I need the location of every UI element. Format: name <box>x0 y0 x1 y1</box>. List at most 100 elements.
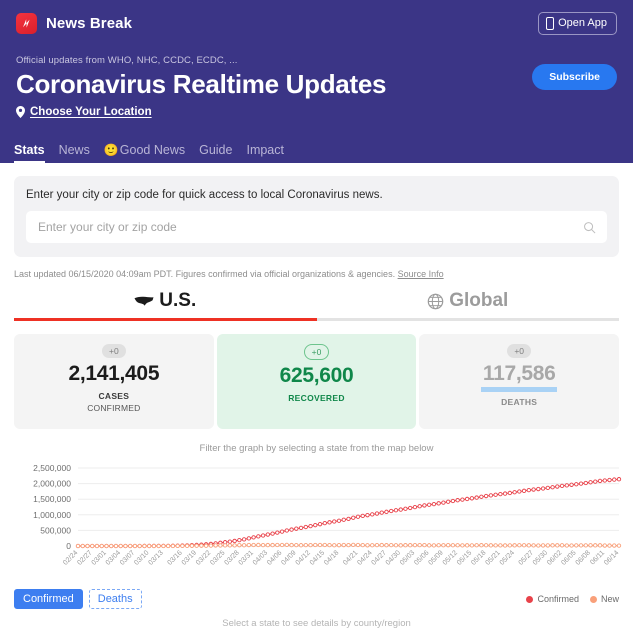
x-axis-tick-label: 05/24 <box>499 550 516 567</box>
stat-card-cases[interactable]: +0 2,141,405 CASES CONFIRMED <box>14 334 214 429</box>
x-axis-tick-label: 04/27 <box>371 550 388 567</box>
stat-card-recovered[interactable]: +0 625,600 RECOVERED <box>217 334 417 429</box>
legend-label-new: New <box>601 594 619 604</box>
x-axis-tick-label: 03/16 <box>166 550 183 567</box>
x-axis-tick-label: 03/25 <box>209 550 226 567</box>
x-axis-tick-label: 02/24 <box>62 550 79 567</box>
x-axis-tick-label: 02/27 <box>76 550 93 567</box>
x-axis-tick-label: 04/06 <box>266 550 283 567</box>
tab-stats-label: Stats <box>14 143 45 157</box>
tab-guide[interactable]: Guide <box>199 143 232 163</box>
x-axis-tick-label: 03/01 <box>91 550 108 567</box>
stat-card-cases-sublabel: CONFIRMED <box>87 403 140 413</box>
tab-good-news[interactable]: 🙂 Good News <box>104 143 185 163</box>
tab-news-label: News <box>59 143 90 157</box>
series-button-deaths[interactable]: Deaths <box>89 589 142 609</box>
x-axis-tick-label: 06/14 <box>603 550 620 567</box>
series-filter-buttons: Confirmed Deaths <box>14 589 142 609</box>
x-axis-tick-label: 05/30 <box>532 550 549 567</box>
stat-cards: +0 2,141,405 CASES CONFIRMED +0 625,600 … <box>14 334 619 429</box>
x-axis-tick-label: 05/27 <box>518 550 535 567</box>
scope-tab-global-label: Global <box>449 290 508 312</box>
x-axis-tick-label: 03/19 <box>181 550 198 567</box>
open-app-label: Open App <box>558 17 607 29</box>
y-axis-tick-label: 0 <box>66 541 71 551</box>
y-axis-tick-label: 1,000,000 <box>33 510 71 520</box>
x-axis-tick-label: 06/02 <box>546 550 563 567</box>
last-updated-line: Last updated 06/15/2020 04:09am PDT. Fig… <box>14 269 619 279</box>
stat-card-recovered-delta: +0 <box>304 344 330 360</box>
brand[interactable]: News Break <box>16 13 132 34</box>
x-axis-tick-label: 04/03 <box>252 550 269 567</box>
chart[interactable]: 0500,0001,000,0001,500,0002,000,0002,500… <box>6 460 627 588</box>
chart-svg[interactable]: 0500,0001,000,0001,500,0002,000,0002,500… <box>6 460 627 588</box>
search-icon[interactable] <box>583 221 596 234</box>
brand-name: News Break <box>46 15 132 32</box>
stat-card-cases-label: CASES <box>98 391 129 401</box>
local-search-panel: Enter your city or zip code for quick ac… <box>14 176 619 257</box>
stat-card-deaths-label: DEATHS <box>501 397 537 407</box>
page-title: Coronavirus Realtime Updates <box>16 69 617 99</box>
y-axis-tick-label: 2,000,000 <box>33 479 71 489</box>
top-bar: News Break Open App <box>16 0 617 46</box>
nav-tabs: Stats News 🙂 Good News Guide Impact <box>8 143 290 163</box>
x-axis-tick-label: 03/28 <box>223 550 240 567</box>
chart-series-new <box>76 543 620 548</box>
phone-icon <box>546 17 554 30</box>
scope-tab-us-label: U.S. <box>159 290 196 312</box>
legend-item-new[interactable]: New <box>590 594 619 604</box>
x-axis-tick-label: 03/04 <box>105 550 122 567</box>
smiley-icon: 🙂 <box>104 144 119 156</box>
scope-rule-active <box>14 318 317 321</box>
legend-item-confirmed[interactable]: Confirmed <box>526 594 579 604</box>
x-axis-tick-label: 05/18 <box>470 550 487 567</box>
search-input[interactable] <box>38 220 583 234</box>
last-updated-text: Last updated 06/15/2020 04:09am PDT. Fig… <box>14 269 395 279</box>
stat-card-deaths-delta: +0 <box>507 344 531 358</box>
tab-impact[interactable]: Impact <box>246 143 284 163</box>
stat-card-deaths-highlight <box>481 387 557 392</box>
series-button-confirmed[interactable]: Confirmed <box>14 589 83 609</box>
x-axis-tick-label: 04/24 <box>356 550 373 567</box>
x-axis-tick-label: 04/15 <box>309 550 326 567</box>
globe-icon <box>427 293 444 310</box>
stat-card-recovered-value: 625,600 <box>280 364 354 388</box>
x-axis-tick-label: 05/12 <box>442 550 459 567</box>
x-axis-tick-label: 04/30 <box>385 550 402 567</box>
subscribe-button[interactable]: Subscribe <box>532 64 617 90</box>
hero-subtitle: Official updates from WHO, NHC, CCDC, EC… <box>16 55 617 66</box>
us-map-icon <box>134 294 154 308</box>
scope-tabs: U.S. Global <box>14 290 619 321</box>
x-axis-tick-label: 04/18 <box>323 550 340 567</box>
x-axis-tick-label: 04/09 <box>280 550 297 567</box>
choose-location-link[interactable]: Choose Your Location <box>16 106 152 118</box>
tab-good-news-label: Good News <box>120 143 185 157</box>
tab-news[interactable]: News <box>59 143 90 163</box>
search-panel-label: Enter your city or zip code for quick ac… <box>26 189 607 201</box>
x-axis-tick-label: 03/10 <box>133 550 150 567</box>
scope-tab-us[interactable]: U.S. <box>14 290 317 321</box>
choose-location-label: Choose Your Location <box>30 106 152 118</box>
stat-card-deaths-value: 117,586 <box>483 362 556 386</box>
legend-dot-confirmed-icon <box>526 596 533 603</box>
hero-header: News Break Open App Official updates fro… <box>0 0 633 163</box>
tab-impact-label: Impact <box>246 143 284 157</box>
stat-card-deaths[interactable]: +0 117,586 DEATHS <box>419 334 619 429</box>
source-info-link[interactable]: Source Info <box>398 269 444 279</box>
x-axis-tick-label: 04/12 <box>295 550 312 567</box>
chart-series-confirmed <box>76 478 620 548</box>
x-axis-tick-label: 05/15 <box>456 550 473 567</box>
x-axis-tick-label: 03/07 <box>119 550 136 567</box>
x-axis-tick-label: 06/05 <box>560 550 577 567</box>
y-axis-tick-label: 1,500,000 <box>33 494 71 504</box>
legend-dot-new-icon <box>590 596 597 603</box>
chart-legend: Confirmed New <box>526 594 619 604</box>
tab-guide-label: Guide <box>199 143 232 157</box>
y-axis-tick-label: 2,500,000 <box>33 463 71 473</box>
tab-stats[interactable]: Stats <box>14 143 45 163</box>
open-app-button[interactable]: Open App <box>538 12 617 35</box>
scope-tab-global[interactable]: Global <box>317 290 620 321</box>
search-box[interactable] <box>26 211 607 243</box>
chart-note: Select a state to see details by county/… <box>0 618 633 629</box>
x-axis-tick-label: 03/22 <box>195 550 212 567</box>
